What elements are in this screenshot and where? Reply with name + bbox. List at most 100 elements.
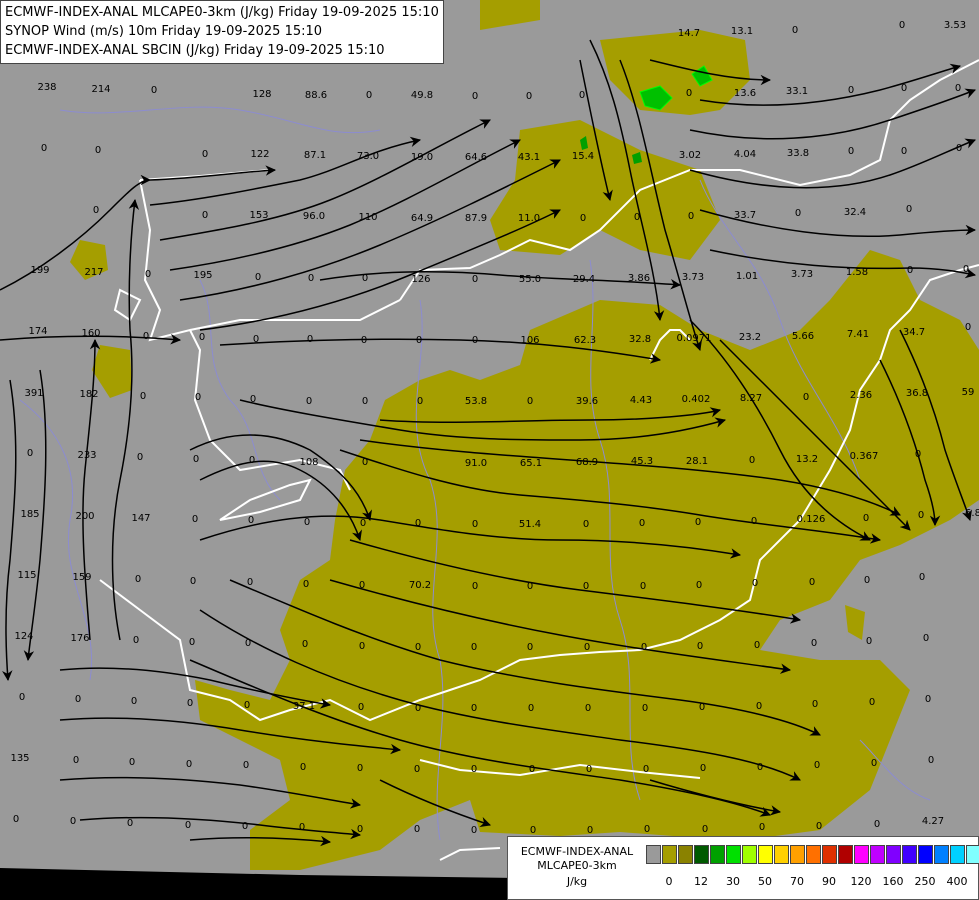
cin-value-label: 0 [901, 146, 907, 157]
cin-value-label: 45.3 [631, 456, 653, 467]
legend-swatches [646, 845, 979, 864]
cin-value-label: 14.7 [678, 28, 700, 39]
cin-value-label: 0 [848, 85, 854, 96]
cin-value-label: 0 [759, 822, 765, 833]
cin-value-label: 108 [299, 457, 318, 468]
cin-value-label: 126 [411, 274, 430, 285]
cin-value-label: 0 [901, 83, 907, 94]
cin-value-label: 3.53 [944, 20, 966, 31]
cin-value-label: 0 [869, 697, 875, 708]
weather-map: 238 214 0 128 88.6 0 49.8 0 0 0 14.7 13.1 0 0 3.53 0 13.… [0, 0, 979, 900]
cin-value-label: 0.402 [682, 394, 711, 405]
cin-value-label: 0 [527, 581, 533, 592]
cin-value-label: 39.6 [576, 396, 598, 407]
cin-value-label: 49.8 [411, 90, 433, 101]
cin-value-label: 195 [193, 270, 212, 281]
cin-value-label: 160 [81, 328, 100, 339]
cin-value-label: 391 [24, 388, 43, 399]
cin-value-label: 0 [189, 637, 195, 648]
cin-value-label: 0 [202, 149, 208, 160]
cin-value-label: 0 [809, 577, 815, 588]
cin-value-label: 0 [243, 760, 249, 771]
cin-value-label: 0 [185, 820, 191, 831]
cin-value-label: 0 [362, 457, 368, 468]
cin-value-label: 29.4 [573, 274, 595, 285]
cin-value-label: 0 [928, 755, 934, 766]
cin-value-label: 4.43 [630, 395, 652, 406]
cin-value-label: 0 [472, 274, 478, 285]
cin-value-label: 23.2 [739, 332, 761, 343]
legend-swatch [934, 845, 949, 864]
cin-value-label: 0 [816, 821, 822, 832]
cin-value-label: 0 [357, 824, 363, 835]
cin-value-label: 0 [584, 642, 590, 653]
cin-value-label: 0 [127, 818, 133, 829]
cin-value-label: 0 [871, 758, 877, 769]
cin-value-label: 0 [302, 639, 308, 650]
cin-value-label: 0 [795, 208, 801, 219]
cin-value-label: 0 [129, 757, 135, 768]
header-line-cin: ECMWF-INDEX-ANAL SBCIN (J/kg) Friday 19-… [5, 43, 385, 58]
legend-swatch [854, 845, 869, 864]
cin-value-label: 13.2 [796, 454, 818, 465]
cin-value-label: 53.8 [465, 396, 487, 407]
cin-value-label: 0 [749, 455, 755, 466]
cin-value-label: 0 [416, 335, 422, 346]
cin-value-label: 0 [244, 700, 250, 711]
cin-value-label: 0 [906, 204, 912, 215]
cin-value-label: 124 [14, 631, 33, 642]
cin-value-label: 0 [304, 517, 310, 528]
cin-value-label: 217 [84, 267, 103, 278]
map-header: ECMWF-INDEX-ANAL MLCAPE0-3km (J/kg) Frid… [0, 0, 444, 64]
cin-value-label: 37.1 [293, 701, 315, 712]
cin-value-label: 0.367 [850, 451, 879, 462]
cin-value-label: 7.41 [847, 329, 869, 340]
cin-value-label: 0 [641, 642, 647, 653]
cin-value-label: 51.4 [519, 519, 541, 530]
cin-value-label: 0 [303, 579, 309, 590]
cin-value-label: 0 [925, 694, 931, 705]
cin-value-label: 0 [918, 510, 924, 521]
cin-value-label: 3.86 [628, 273, 650, 284]
cin-value-label: 110 [358, 212, 377, 223]
cin-value-label: 0 [634, 212, 640, 223]
cin-value-label: 0 [751, 516, 757, 527]
legend-title-parameter: MLCAPE0-3km [537, 859, 617, 872]
cin-value-label: 3.73 [682, 272, 704, 283]
cin-value-label: 0 [792, 25, 798, 36]
cin-value-label: 0 [195, 392, 201, 403]
cin-value-label: 73.0 [357, 151, 379, 162]
cin-value-label: 88.6 [305, 90, 327, 101]
cin-value-label: 0 [415, 518, 421, 529]
cin-value-label: 70.2 [409, 580, 431, 591]
color-legend: ECMWF-INDEX-ANAL MLCAPE0-3km J/kg 0 12 30 5… [507, 836, 979, 900]
legend-swatch [870, 845, 885, 864]
header-line-wind: SYNOP Wind (m/s) 10m Friday 19-09-2025 1… [5, 24, 323, 39]
cin-value-label: 0 [135, 574, 141, 585]
cin-value-label: 0 [529, 764, 535, 775]
cin-value-label: 0 [415, 703, 421, 714]
legend-swatch [822, 845, 837, 864]
legend-tick-label: 400 [946, 875, 968, 888]
cin-value-label: 0 [526, 91, 532, 102]
legend-swatch [694, 845, 709, 864]
cin-value-label: 0 [587, 825, 593, 836]
cin-value-label: 34.7 [903, 327, 925, 338]
legend-tick-label: 12 [694, 875, 708, 888]
cin-value-label: 0 [366, 90, 372, 101]
legend-units: J/kg [566, 875, 588, 888]
legend-tick-label: 120 [850, 875, 872, 888]
cin-value-label: 0 [361, 335, 367, 346]
cin-value-label: 0 [919, 572, 925, 583]
cin-value-label: 122 [250, 149, 269, 160]
legend-swatch [742, 845, 757, 864]
cin-value-label: 0 [695, 517, 701, 528]
cin-value-label: 0 [472, 335, 478, 346]
cin-value-label: 0 [93, 205, 99, 216]
cin-value-label: 0 [752, 578, 758, 589]
cin-value-label: 0 [688, 211, 694, 222]
cin-value-label: 0 [307, 334, 313, 345]
cin-value-label: 2.36 [850, 390, 872, 401]
cin-value-label: 0 [699, 702, 705, 713]
cin-value-label: 0 [359, 580, 365, 591]
